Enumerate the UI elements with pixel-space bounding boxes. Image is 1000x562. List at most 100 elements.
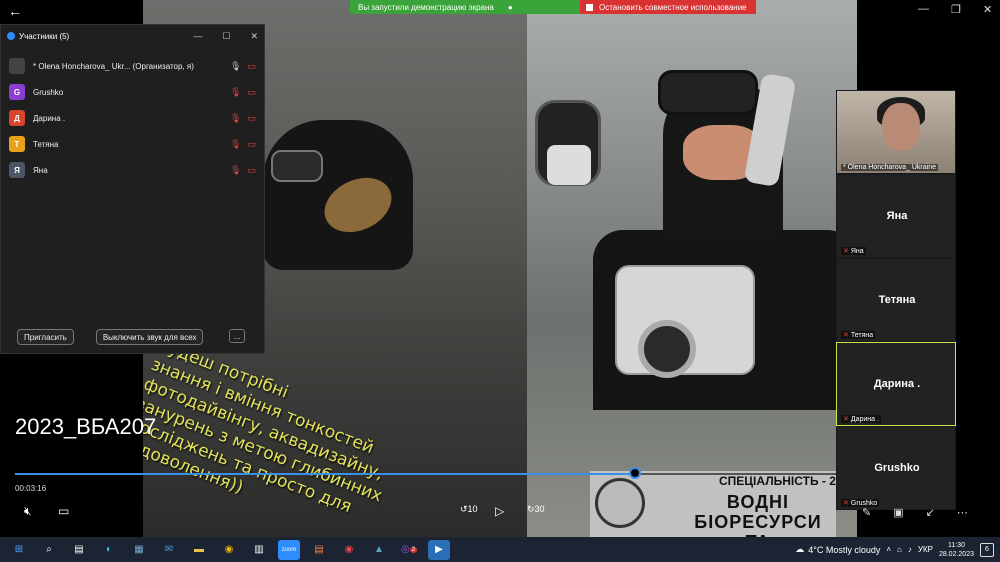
mic-muted-icon: ✕ xyxy=(843,332,849,339)
close-icon[interactable]: ✕ xyxy=(983,3,992,16)
system-tray: ☁ 4°C Mostly cloudy ˄ ⌂ ♪ УКР 11:30 28.02… xyxy=(795,537,1000,562)
notification-center[interactable]: 6 xyxy=(980,542,994,557)
panel-close-icon[interactable]: ✕ xyxy=(250,31,258,42)
participant-name: Тетяна xyxy=(33,139,59,149)
notes-icon[interactable]: ▤ xyxy=(308,540,330,560)
tile-name: Дарина . xyxy=(873,378,921,390)
mute-icon[interactable]: 🔇︎ xyxy=(24,504,32,519)
more-options-button[interactable]: ... xyxy=(229,329,245,343)
participant-video-tile[interactable]: Дарина . ✕ Дарина . xyxy=(836,342,956,426)
progress-knob[interactable] xyxy=(629,467,641,479)
mic-muted-icon[interactable]: 🎙︎ xyxy=(230,113,241,124)
participant-name: Яна xyxy=(33,165,48,175)
participant-avatar: G xyxy=(9,84,25,100)
play-icon[interactable]: ▷ xyxy=(495,504,504,518)
chrome-canary-icon[interactable]: ◉ xyxy=(218,540,240,560)
restore-icon[interactable]: ❐ xyxy=(951,3,961,16)
weather-widget[interactable]: ☁ 4°C Mostly cloudy xyxy=(795,544,880,555)
pen-icon[interactable]: ✎ xyxy=(862,506,871,519)
host-face xyxy=(882,103,920,151)
edge-icon[interactable]: ◐ xyxy=(98,540,120,560)
tile-label: ✕ Яна xyxy=(841,247,866,255)
mic-icon[interactable]: 🎙︎ xyxy=(230,61,241,72)
panel-minimize-icon[interactable]: — xyxy=(193,31,202,42)
participant-row[interactable]: Т Тетяна 🎙︎ ▭ xyxy=(1,131,264,157)
forward-seconds: 30 xyxy=(534,504,545,514)
participant-avatar: Я xyxy=(9,162,25,178)
screen-icon[interactable]: ▣ xyxy=(893,506,903,519)
network-icon[interactable]: ⌂ xyxy=(897,545,902,554)
participants-title: Участники (5) xyxy=(19,31,70,41)
video-icon[interactable]: ▭ xyxy=(247,61,256,72)
chevron-up-icon[interactable]: ˄ xyxy=(886,545,891,554)
windows-logo-icon[interactable]: ⊞ xyxy=(8,540,30,560)
diver-left-mask xyxy=(271,150,323,182)
mic-muted-icon[interactable]: 🎙︎ xyxy=(230,165,241,176)
video-off-icon[interactable]: ▭ xyxy=(247,87,256,98)
tile-label-text: Яна xyxy=(850,248,864,255)
volume-icon[interactable]: ♪ xyxy=(908,545,912,554)
tile-name: Тетяна xyxy=(878,294,916,306)
stop-share-label: Остановить совместное использование xyxy=(599,2,747,12)
video-off-icon[interactable]: ▭ xyxy=(247,113,256,124)
video-off-icon[interactable]: ▭ xyxy=(247,139,256,150)
video-off-icon[interactable]: ▭ xyxy=(247,165,256,176)
specialty-code: СПЕЦІАЛЬНІСТЬ - 207 xyxy=(719,474,850,488)
department-logo xyxy=(595,478,645,528)
captions-icon[interactable]: ▭ xyxy=(58,504,69,518)
zoom-app-icon[interactable]: zoom xyxy=(278,539,300,560)
host-label: * Olena Honcharova_ Ukraine xyxy=(841,164,938,171)
chrome-icon[interactable]: ◉ xyxy=(338,540,360,560)
file-explorer-icon[interactable]: ▬ xyxy=(188,540,210,560)
tile-label: ✕ Дарина . xyxy=(841,415,881,423)
forward-button[interactable]: ↻30 xyxy=(527,504,545,515)
participant-row[interactable]: Д Дарина . 🎙︎ ▭ xyxy=(1,105,264,131)
mute-all-button[interactable]: Выключить звук для всех xyxy=(95,329,204,345)
invite-button[interactable]: Пригласить xyxy=(17,329,74,345)
rewind-button[interactable]: ↺10 xyxy=(460,504,478,515)
tile-label: ✕ Тетяна xyxy=(841,331,876,339)
participant-avatar xyxy=(9,58,25,74)
mail-icon[interactable]: ✉ xyxy=(158,540,180,560)
participant-avatar: Д xyxy=(9,110,25,126)
video-title: 2023_ВБА207 xyxy=(15,414,157,439)
clock[interactable]: 11:30 28.02.2023 xyxy=(939,541,974,559)
search-icon[interactable]: ⌕ xyxy=(38,540,60,560)
collapse-icon[interactable]: ↙ xyxy=(926,506,935,519)
video-gallery: * Olena Honcharova_ Ukraine Яна ✕ Яна Тетян… xyxy=(836,90,956,510)
clock-date: 28.02.2023 xyxy=(938,550,974,558)
participant-row[interactable]: Я Яна 🎙︎ ▭ xyxy=(1,157,264,183)
viber-icon[interactable]: ◎ 2 xyxy=(398,540,420,560)
mic-muted-icon[interactable]: 🎙︎ xyxy=(230,139,241,150)
diver-right-mask xyxy=(658,70,758,115)
stop-share-button[interactable]: Остановить совместное использование xyxy=(580,0,756,14)
tile-name: Яна xyxy=(886,210,908,222)
minimize-icon[interactable]: — xyxy=(918,3,929,15)
gallery-controls: ✎ ▣ ↙ ⋯ xyxy=(862,506,968,519)
lang-indicator[interactable]: УКР xyxy=(918,545,933,554)
tile-name: Grushko xyxy=(874,462,920,474)
mic-muted-icon[interactable]: 🎙︎ xyxy=(230,87,241,98)
clock-time: 11:30 xyxy=(947,541,965,549)
participant-video-tile[interactable]: Тетяна ✕ Тетяна xyxy=(836,258,956,342)
participants-header: Участники (5) — ☐ ✕ xyxy=(1,25,264,47)
media-player-icon[interactable]: ▶ xyxy=(428,539,450,560)
host-video-tile[interactable]: * Olena Honcharova_ Ukraine xyxy=(836,90,956,174)
store-icon[interactable]: ▦ xyxy=(128,540,150,560)
task-view-icon[interactable]: ▤ xyxy=(68,540,90,560)
participant-video-tile[interactable]: Яна ✕ Яна xyxy=(836,174,956,258)
back-arrow-icon[interactable]: ← xyxy=(8,3,22,19)
participant-row[interactable]: G Grushko 🎙︎ ▭ xyxy=(1,79,264,105)
current-time: 00:03:16 xyxy=(15,484,47,493)
participant-video-tile[interactable]: Grushko ✕ Grushko xyxy=(836,426,956,510)
more-icon[interactable]: ⋯ xyxy=(957,506,968,519)
camera-lens xyxy=(638,320,696,378)
screen: будеш потрібні знання і вміння тонкостей… xyxy=(0,0,1000,562)
participant-row[interactable]: * Olena Honcharova_ Ukr... (Организатор,… xyxy=(1,53,264,79)
program-title: ВОДНІ БІОРЕСУРСИ ТА АКВАКУЛЬТУРА xyxy=(694,492,822,537)
photos-icon[interactable]: ▲ xyxy=(368,540,390,560)
strobe-glass xyxy=(547,145,591,185)
panel-popout-icon[interactable]: ☐ xyxy=(222,31,230,42)
progress-fill xyxy=(15,473,635,475)
calculator-icon[interactable]: ▥ xyxy=(248,540,270,560)
